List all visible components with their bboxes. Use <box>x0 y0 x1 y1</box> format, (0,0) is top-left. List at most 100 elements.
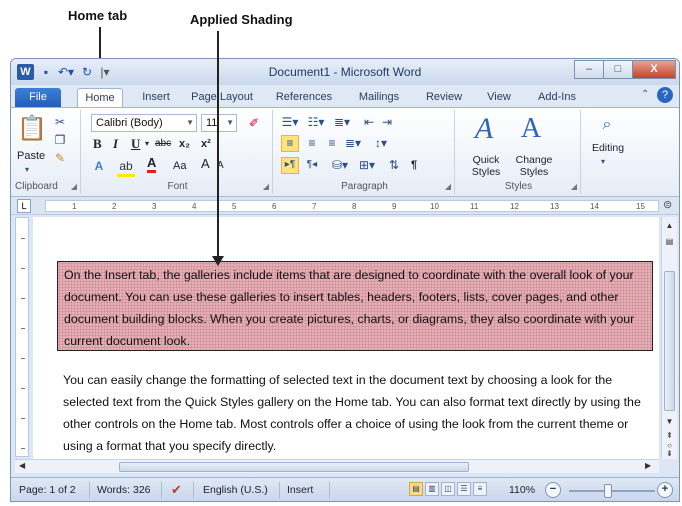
vertical-scroll-thumb[interactable] <box>664 271 675 411</box>
close-button[interactable]: X <box>632 60 676 79</box>
font-size-combo[interactable]: 11 ▼ <box>201 114 237 132</box>
cut-icon[interactable]: ✂ <box>53 114 67 130</box>
editing-dropdown-icon[interactable]: ▾ <box>601 154 605 170</box>
left-to-right-icon[interactable]: ▸¶ <box>281 157 299 173</box>
change-styles-button[interactable]: Change Styles <box>511 154 557 178</box>
decrease-indent-icon[interactable]: ⇤ <box>361 114 377 130</box>
paragraph-launcher-icon[interactable]: ◢ <box>445 182 451 191</box>
web-layout-icon[interactable]: ◫ <box>441 482 455 496</box>
format-painter-icon[interactable]: ✎ <box>53 150 67 166</box>
next-page-icon[interactable]: ⇟ <box>664 449 675 458</box>
italic-button[interactable]: I <box>113 136 118 152</box>
maximize-button[interactable]: □ <box>603 60 633 79</box>
text-highlight-icon[interactable]: ab <box>117 158 135 177</box>
view-ruler-icon[interactable]: ⊜ <box>663 198 672 211</box>
draft-icon[interactable]: ≡ <box>473 482 487 496</box>
document-page[interactable]: On the Insert tab, the galleries include… <box>33 217 659 459</box>
strikethrough-button[interactable]: abc <box>155 136 171 152</box>
tab-file[interactable]: File <box>15 88 61 107</box>
print-layout-icon[interactable]: ▤ <box>409 482 423 496</box>
horizontal-scrollbar[interactable]: ◀ ▶ <box>15 459 659 473</box>
ruler-number: 14 <box>590 202 599 211</box>
underline-dropdown-icon[interactable]: ▾ <box>145 136 149 152</box>
shaded-paragraph-text[interactable]: On the Insert tab, the galleries include… <box>58 262 652 354</box>
editing-button[interactable]: Editing <box>585 140 631 156</box>
word-count-status[interactable]: Words: 326 <box>97 484 151 496</box>
right-to-left-icon[interactable]: ¶◂ <box>303 157 321 173</box>
scroll-down-icon[interactable]: ▼ <box>664 417 675 426</box>
paste-button-label[interactable]: Paste <box>17 148 45 164</box>
paste-dropdown-icon[interactable]: ▾ <box>25 162 29 178</box>
insert-mode-status[interactable]: Insert <box>287 484 313 496</box>
center-icon[interactable]: ≡ <box>303 135 321 151</box>
previous-page-icon[interactable]: ⇞ <box>664 431 675 440</box>
paste-icon[interactable]: 📋 <box>17 114 47 144</box>
plain-paragraph-box[interactable]: You can easily change the formatting of … <box>63 369 653 457</box>
scroll-left-icon[interactable]: ◀ <box>19 461 25 470</box>
grow-font-button[interactable]: A <box>201 156 210 172</box>
multilevel-list-icon[interactable]: ≣▾ <box>331 114 353 130</box>
numbering-icon[interactable]: ☷▾ <box>305 114 327 130</box>
quick-styles-button[interactable]: Quick Styles <box>463 154 509 178</box>
bullets-icon[interactable]: ☰▾ <box>279 114 301 130</box>
plain-paragraph-text[interactable]: You can easily change the formatting of … <box>63 369 653 457</box>
page-count-status[interactable]: Page: 1 of 2 <box>19 484 76 496</box>
sort-icon[interactable]: ⇅ <box>385 157 403 173</box>
ruler-strip[interactable]: 1 2 3 4 5 6 7 8 9 10 11 12 13 14 15 <box>45 200 659 212</box>
page-icon[interactable]: ▤ <box>664 237 675 246</box>
font-launcher-icon[interactable]: ◢ <box>263 182 269 191</box>
text-effects-icon[interactable]: A <box>91 158 107 174</box>
tab-mailings[interactable]: Mailings <box>351 88 407 107</box>
vertical-ruler[interactable] <box>15 217 29 457</box>
tab-references[interactable]: References <box>271 88 337 107</box>
language-status[interactable]: English (U.S.) <box>203 484 268 496</box>
horizontal-scroll-thumb[interactable] <box>119 462 469 472</box>
zoom-slider-track[interactable] <box>569 490 655 492</box>
superscript-button[interactable]: x² <box>201 136 211 152</box>
show-formatting-button[interactable]: ¶ <box>411 157 417 173</box>
subscript-button[interactable]: x₂ <box>179 136 190 152</box>
quick-styles-icon[interactable]: A <box>467 112 501 146</box>
tab-page-layout[interactable]: Page Layout <box>187 88 257 107</box>
minimize-ribbon-icon[interactable]: ⌃ <box>641 89 649 100</box>
increase-indent-icon[interactable]: ⇥ <box>379 114 395 130</box>
align-right-icon[interactable]: ≡ <box>323 135 341 151</box>
clipboard-launcher-icon[interactable]: ◢ <box>71 182 77 191</box>
shaded-paragraph-box[interactable]: On the Insert tab, the galleries include… <box>57 261 653 351</box>
change-styles-icon[interactable]: A <box>513 112 549 146</box>
proofing-icon[interactable]: ✔ <box>171 482 182 498</box>
tab-home[interactable]: Home <box>77 88 123 107</box>
minimize-button[interactable]: – <box>574 60 604 79</box>
full-screen-reading-icon[interactable]: ▥ <box>425 482 439 496</box>
bold-button[interactable]: B <box>93 136 102 152</box>
binoculars-icon[interactable]: ⌕ <box>595 114 619 136</box>
tab-insert[interactable]: Insert <box>133 88 179 107</box>
underline-button[interactable]: U <box>131 136 140 152</box>
shading-icon[interactable]: ⛁▾ <box>327 157 353 173</box>
ruler-number: 9 <box>392 202 397 211</box>
zoom-slider-thumb[interactable] <box>604 484 612 498</box>
ruler-tick <box>21 328 25 329</box>
zoom-level[interactable]: 110% <box>509 484 535 496</box>
scroll-right-icon[interactable]: ▶ <box>645 461 651 470</box>
copy-icon[interactable]: ❐ <box>53 132 67 148</box>
outline-icon[interactable]: ☰ <box>457 482 471 496</box>
clear-formatting-icon[interactable]: ✐ <box>245 115 263 131</box>
zoom-in-button[interactable]: + <box>657 482 673 498</box>
font-name-combo[interactable]: Calibri (Body) ▼ <box>91 114 197 132</box>
vertical-scrollbar[interactable]: ▲ ▤ ▼ ⇞ ○ ⇟ <box>661 217 677 459</box>
line-spacing-icon[interactable]: ↕▾ <box>371 135 391 151</box>
align-left-icon[interactable]: ≡ <box>281 135 299 151</box>
styles-launcher-icon[interactable]: ◢ <box>571 182 577 191</box>
help-icon[interactable]: ? <box>657 87 673 103</box>
borders-icon[interactable]: ⊞▾ <box>355 157 379 173</box>
tab-selector-icon[interactable]: L <box>17 199 31 213</box>
zoom-out-button[interactable]: − <box>545 482 561 498</box>
tab-view[interactable]: View <box>479 88 519 107</box>
justify-icon[interactable]: ≣▾ <box>343 135 363 151</box>
tab-review[interactable]: Review <box>421 88 467 107</box>
change-case-button[interactable]: Aa <box>173 158 186 174</box>
scroll-up-icon[interactable]: ▲ <box>664 221 675 230</box>
tab-add-ins[interactable]: Add-Ins <box>531 88 583 107</box>
font-color-button[interactable]: A <box>147 156 157 173</box>
